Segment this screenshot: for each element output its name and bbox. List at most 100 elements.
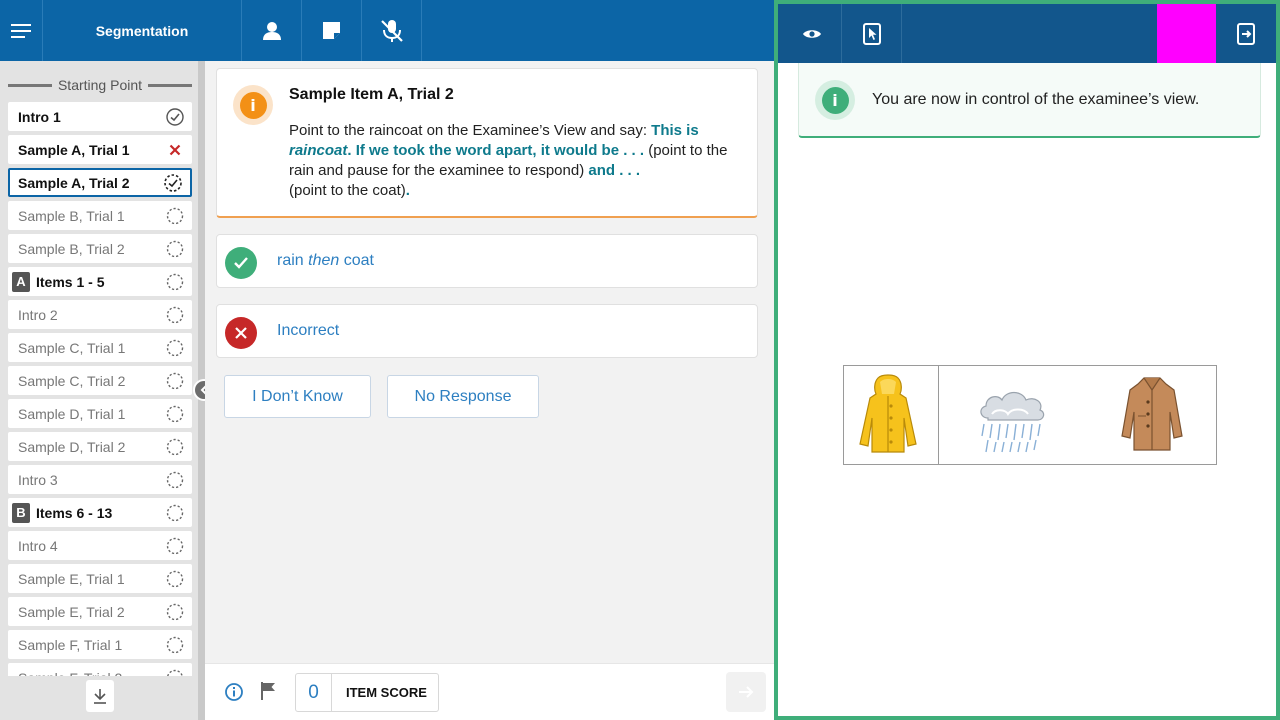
sidebar-item-label: Sample F, Trial 1 [18, 636, 123, 653]
item-status [164, 173, 182, 192]
sidebar-item-label: Sample A, Trial 1 [18, 141, 130, 158]
item-score-label: ITEM SCORE [346, 685, 427, 700]
sidebar-item-label: Sample E, Trial 2 [18, 603, 125, 620]
item-status [166, 306, 184, 324]
incorrect-x-badge [225, 317, 257, 349]
control-notice-text: You are now in control of the examinee’s… [872, 91, 1200, 108]
sidebar-item[interactable]: B Items 6 - 13 [8, 498, 192, 527]
item-status [166, 471, 184, 489]
sidebar-item[interactable]: Sample B, Trial 2 [8, 234, 192, 263]
dont-know-button[interactable]: I Don’t Know [224, 375, 371, 418]
exit-view-button[interactable] [1216, 4, 1276, 63]
item-status [166, 636, 184, 654]
x-mark-icon [169, 144, 181, 155]
sidebar-item[interactable]: Intro 3 [8, 465, 192, 494]
item-sidebar: Starting Point Intro 1 Sample A, Trial 1 S… [0, 61, 205, 720]
in-progress-icon [164, 173, 182, 192]
sidebar-item-label: Items 1 - 5 [36, 273, 105, 290]
info-icon: i [239, 91, 267, 119]
coat-image[interactable] [1120, 376, 1184, 452]
sidebar-item[interactable]: Intro 4 [8, 531, 192, 560]
download-button[interactable] [86, 680, 114, 712]
sidebar-item-label: Sample D, Trial 2 [18, 438, 126, 455]
flag-icon [261, 682, 275, 700]
item-status [166, 207, 184, 225]
no-response-button[interactable]: No Response [387, 375, 539, 418]
check-circle-icon [166, 107, 184, 126]
pending-circle-icon [166, 636, 184, 653]
stimulus-divider [938, 365, 939, 465]
pending-circle-icon [166, 537, 184, 554]
exit-icon [1237, 22, 1255, 45]
item-title: Sample Item A, Trial 2 [289, 86, 454, 103]
item-status [166, 570, 184, 588]
raincoat-image[interactable] [856, 374, 920, 456]
sidebar-item-label: Intro 4 [18, 537, 58, 554]
item-status [166, 107, 184, 126]
sidebar-item[interactable]: Sample E, Trial 2 [8, 597, 192, 626]
correct-check-badge [225, 247, 257, 279]
rain-cloud-image[interactable] [976, 388, 1048, 454]
sidebar-item[interactable]: Sample C, Trial 1 [8, 333, 192, 362]
sidebar-item[interactable]: Sample D, Trial 2 [8, 432, 192, 461]
info-badge: i [233, 85, 273, 125]
sidebar-item[interactable]: A Items 1 - 5 [8, 267, 192, 296]
sidebar-item[interactable]: Sample E, Trial 1 [8, 564, 192, 593]
menu-icon [11, 23, 31, 38]
sidebar-item-label: Intro 1 [18, 108, 61, 125]
preview-button[interactable] [782, 4, 841, 63]
sidebar-item[interactable]: Intro 1 [8, 102, 192, 131]
top-bar: Segmentation [0, 0, 774, 61]
sidebar-item[interactable]: Sample A, Trial 1 [8, 135, 192, 164]
next-button[interactable] [726, 672, 766, 712]
pending-circle-icon [166, 603, 184, 620]
item-status [166, 405, 184, 423]
item-status [166, 339, 184, 357]
pending-circle-icon [166, 372, 184, 389]
sidebar-item-label: Sample E, Trial 1 [18, 570, 125, 587]
footer-bar [205, 663, 774, 720]
page-title: Segmentation [95, 22, 189, 39]
pending-circle-icon [166, 669, 184, 676]
close-icon [235, 327, 247, 339]
incorrect-response-label: Incorrect [277, 322, 340, 339]
sidebar-item-label: Sample D, Trial 1 [18, 405, 126, 422]
sidebar-item-label: Intro 2 [18, 306, 58, 323]
download-icon [94, 689, 106, 704]
item-status [166, 240, 184, 258]
sidebar-item[interactable]: Intro 2 [8, 300, 192, 329]
pending-circle-icon [166, 339, 184, 356]
pending-circle-icon [166, 405, 184, 422]
section-letter-badge: B [12, 502, 30, 523]
eye-icon [802, 29, 821, 38]
mute-button[interactable] [362, 0, 421, 61]
control-view-button[interactable] [842, 4, 901, 63]
sidebar-item[interactable]: Sample F, Trial 1 [8, 630, 192, 659]
divider [901, 4, 902, 63]
sidebar-item[interactable]: Sample B, Trial 1 [8, 201, 192, 230]
info-circle-icon [225, 683, 243, 701]
sidebar-item[interactable]: Sample F, Trial 2 [8, 663, 192, 676]
notes-button[interactable] [302, 0, 361, 61]
starting-point-label: Starting Point [57, 77, 143, 93]
info-button[interactable] [224, 682, 244, 702]
item-status [166, 273, 184, 291]
item-status [166, 603, 184, 621]
pending-circle-icon [166, 471, 184, 488]
sidebar-item-label: Sample C, Trial 2 [18, 372, 126, 389]
sidebar-item[interactable]: Sample A, Trial 2 [8, 168, 192, 197]
pending-circle-icon [166, 240, 184, 257]
info-icon: i [821, 86, 849, 114]
flag-button[interactable] [259, 681, 279, 703]
sidebar-item[interactable]: Sample C, Trial 2 [8, 366, 192, 395]
note-icon [323, 22, 340, 39]
sidebar-item[interactable]: Sample D, Trial 1 [8, 399, 192, 428]
check-icon [234, 257, 248, 269]
correct-response-label: rain then coat [277, 252, 374, 269]
examinee-info-button[interactable] [242, 0, 301, 61]
item-score-value[interactable]: 0 [296, 674, 332, 711]
section-letter-badge: A [12, 271, 30, 292]
menu-button[interactable] [0, 0, 42, 61]
highlight-marker [1157, 4, 1216, 63]
arrow-right-icon [739, 686, 754, 698]
